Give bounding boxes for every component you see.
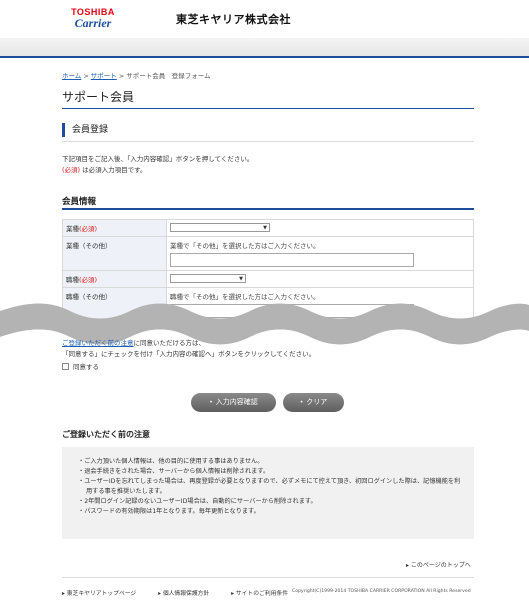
site-header: TOSHIBA Carrier 東芝キヤリア株式会社 <box>0 0 529 38</box>
toshiba-carrier-logo[interactable]: TOSHIBA Carrier <box>64 7 122 31</box>
form-row-industry: 業種(必須) ▼ <box>62 219 474 237</box>
industry-label: 業種(必須) <box>62 219 167 237</box>
dropdown-arrow-icon: ▼ <box>263 225 267 231</box>
footer-link-toshiba-carrier-top[interactable]: ▸ 東芝キヤリアトップページ <box>62 591 146 597</box>
footer-link-label: 東芝キヤリアトップページ <box>66 591 137 597</box>
footer-link-label: サイトのご利用条件 <box>235 591 289 597</box>
clear-button-label: クリア <box>306 398 328 406</box>
form-row-occupation: 職種(必須) ▼ <box>62 270 474 288</box>
intro-line-2-text: は必須入力項目です。 <box>80 166 147 174</box>
notice-item-text: 2年間ログイン記録のないユーザーID場合は、自動的にサーバーから削除されます。 <box>84 498 317 505</box>
footer-link-label: 個人情報保護方針 <box>162 591 210 597</box>
agreement-text: ご登録いただく前の注意に同意いただける方は、 「同意する」にチェックを付け「入力… <box>62 338 315 360</box>
confirm-button-label: 入力内容確認 <box>215 398 258 406</box>
header-accent-line <box>0 56 529 58</box>
breadcrumb-separator: > <box>118 72 125 80</box>
notice-item: ・ユーザーIDを忘れてしまった場合は、再度登録が必要となりますので、必ずメモにて… <box>78 478 461 495</box>
intro-line-2: (必須) は必須入力項目です。 <box>62 165 253 176</box>
bullet-icon: • <box>209 399 213 406</box>
bullet-icon: • <box>299 399 304 406</box>
footer-link-terms-of-use[interactable]: ▸ サイトのご利用条件 <box>231 591 298 597</box>
breadcrumb-separator: > <box>83 72 89 80</box>
industry-other-label: 業種（その他） <box>62 236 167 271</box>
clear-button[interactable]: • クリア <box>283 393 344 412</box>
agree-checkbox-label: 同意する <box>73 363 99 371</box>
required-mark: (必須) <box>62 166 81 174</box>
industry-select[interactable]: ▼ <box>170 223 270 232</box>
notice-list: ・ご入力頂いた個人情報は、他の目的に使用する事はありません。 ・退会手続きをされ… <box>74 457 462 517</box>
occupation-label: 職種(必須) <box>62 270 167 288</box>
occupation-field: ▼ <box>166 270 474 288</box>
agreement-line-1: ご登録いただく前の注意に同意いただける方は、 <box>62 338 315 349</box>
breadcrumb-home-link[interactable]: ホーム <box>62 72 81 80</box>
intro-text: 下記項目をご記入後、「入力内容確認」ボタンを押してください。 (必須) は必須入… <box>62 154 253 176</box>
industry-other-hint: 業種で「その他」を選択した方はご入力ください。 <box>170 242 320 250</box>
breadcrumb-support-link[interactable]: サポート <box>91 72 117 80</box>
footer-divider <box>62 577 474 578</box>
notice-title: ご登録いただく前の注意 <box>62 430 150 439</box>
copyright-text: Copyright(C)1999-2014 TOSHIBA CARRIER CO… <box>292 589 471 594</box>
page-top-link[interactable]: ▸ このページのトップへ <box>406 560 471 569</box>
industry-other-input[interactable] <box>170 253 414 267</box>
agreement-line-1-text: に同意いただける方は、 <box>133 339 206 347</box>
industry-label-text: 業種 <box>66 225 79 233</box>
required-mark: (必須) <box>79 225 98 233</box>
logo-carrier-text: Carrier <box>74 16 112 30</box>
company-name: 東芝キヤリア株式会社 <box>176 13 291 26</box>
notice-item-text: パスワードの有効期限は1年となります。毎年更新となります。 <box>84 508 260 515</box>
occupation-select[interactable]: ▼ <box>170 274 246 283</box>
agree-checkbox[interactable] <box>62 362 69 370</box>
intro-line-1: 下記項目をご記入後、「入力内容確認」ボタンを押してください。 <box>62 155 254 163</box>
industry-other-field: 業種で「その他」を選択した方はご入力ください。 <box>166 236 474 271</box>
occupation-label-text: 職種 <box>66 276 79 284</box>
page-top-label: このページのトップへ <box>410 562 471 569</box>
agreement-line-2: 「同意する」にチェックを付け「入力内容の確認へ」ボタンをクリックしてください。 <box>62 350 316 358</box>
notice-item-text: ご入力頂いた個人情報は、他の目的に使用する事はありません。 <box>84 458 264 465</box>
section-divider <box>62 141 474 142</box>
breadcrumb-current: サポート会員 登録フォーム <box>126 72 211 80</box>
header-band <box>0 38 529 56</box>
agree-checkbox-row[interactable]: 同意する <box>62 361 99 371</box>
notice-item: ・ご入力頂いた個人情報は、他の目的に使用する事はありません。 <box>78 458 264 465</box>
breadcrumb: ホーム > サポート > サポート会員 登録フォーム <box>62 70 211 80</box>
notice-item: ・退会手続きをされた場合、サーバーから個人情報は削除されます。 <box>78 468 270 475</box>
notice-box: ・ご入力頂いた個人情報は、他の目的に使用する事はありません。 ・退会手続きをされ… <box>62 447 474 539</box>
footer-links: ▸ 東芝キヤリアトップページ ▸ 個人情報保護方針 ▸ サイトのご利用条件 <box>62 588 308 597</box>
notice-item: ・2年間ログイン記録のないユーザーID場合は、自動的にサーバーから削除されます。 <box>78 498 317 505</box>
title-divider <box>62 108 474 109</box>
industry-field: ▼ <box>166 219 474 237</box>
form-row-industry-other: 業種（その他） 業種で「その他」を選択した方はご入力ください。 <box>62 236 474 271</box>
notice-item-text: 退会手続きをされた場合、サーバーから個人情報は削除されます。 <box>84 468 270 475</box>
required-mark: (必須) <box>79 276 98 284</box>
section-title: 会員登録 <box>62 123 108 137</box>
member-info-divider <box>62 208 474 210</box>
pre-registration-notice-link[interactable]: ご登録いただく前の注意 <box>62 339 134 347</box>
confirm-input-button[interactable]: • 入力内容確認 <box>191 393 276 412</box>
footer-link-privacy-policy[interactable]: ▸ 個人情報保護方針 <box>158 591 219 597</box>
member-info-title: 会員情報 <box>62 197 97 207</box>
page-title: サポート会員 <box>62 90 135 104</box>
notice-item: ・パスワードの有効期限は1年となります。毎年更新となります。 <box>78 508 260 515</box>
notice-item-text: ユーザーIDを忘れてしまった場合は、再度登録が必要となりますので、必ずメモにて控… <box>84 478 461 495</box>
dropdown-arrow-icon: ▼ <box>239 276 243 282</box>
